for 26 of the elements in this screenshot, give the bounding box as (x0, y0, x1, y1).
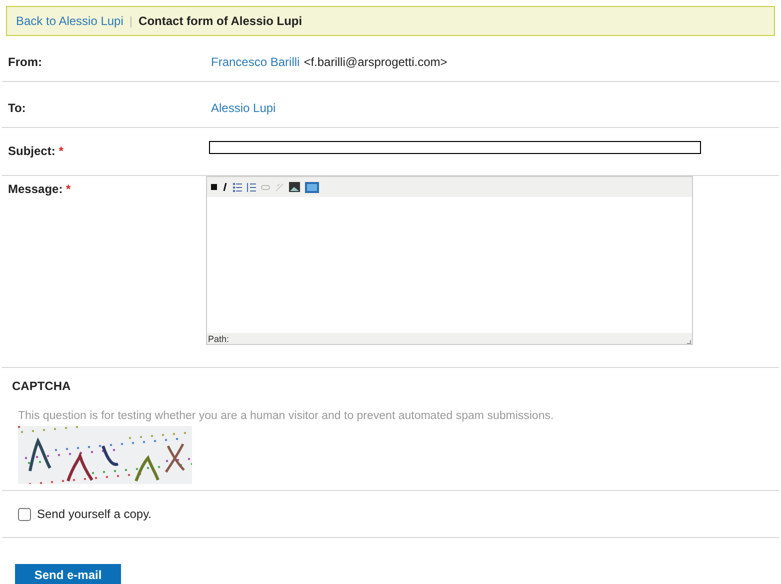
contact-link[interactable]: Francesco Barilli (211, 53, 300, 71)
message-editor[interactable]: Path: (206, 176, 693, 345)
contact-link[interactable]: Alessio Lupi (211, 99, 276, 117)
separator: | (129, 13, 133, 30)
checkbox-label: Send yourself a copy. (37, 506, 152, 524)
numbered-list-icon[interactable] (247, 182, 256, 192)
captcha-title: CAPTCHA (12, 378, 72, 395)
required-mark: * (66, 182, 71, 196)
resize-handle-icon[interactable] (687, 340, 691, 344)
captcha-description: This question is for testing whether you are a human visitor and to prevent automated spam submissions. (17, 409, 555, 424)
field-label: From: (8, 55, 42, 69)
copy-checkbox[interactable] (18, 508, 31, 521)
italic-icon[interactable] (222, 183, 228, 191)
bulleted-list-icon[interactable] (233, 182, 242, 192)
subject-field[interactable] (209, 141, 701, 154)
editor-path: Path: (208, 334, 230, 344)
page-title: Contact form of Alessio Lupi (138, 13, 302, 30)
email-address: <f.barilli@arsprogetti.com> (304, 54, 448, 71)
back-link[interactable]: Back to Alessio Lupi (16, 12, 124, 30)
media-icon[interactable] (305, 182, 319, 192)
field-label: Subject: (8, 144, 56, 158)
send-button[interactable]: Send e-mail (15, 564, 121, 584)
required-mark: * (58, 144, 64, 158)
field-label: Message: (8, 182, 63, 196)
image-icon[interactable] (289, 182, 300, 192)
field-label: To: (8, 101, 26, 115)
